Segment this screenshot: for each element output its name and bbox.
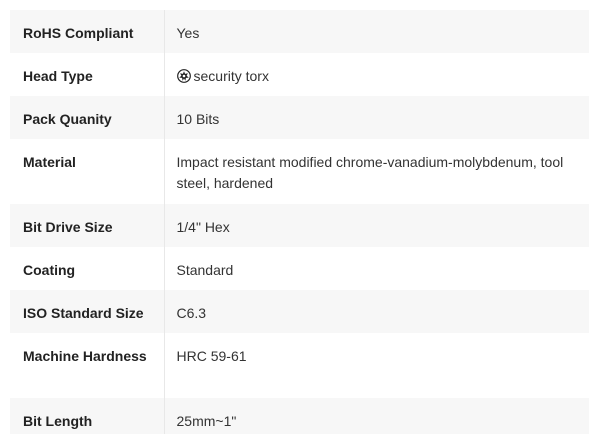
spec-row-material: Material Impact resistant modified chrom… xyxy=(10,139,589,204)
spec-label: Coating xyxy=(10,247,165,290)
spec-label: Pack Quanity xyxy=(10,96,165,139)
product-spec-table: RoHS Compliant Yes Head Type security to… xyxy=(10,10,589,434)
spec-value: 10 Bits xyxy=(176,111,220,127)
spec-value: Impact resistant modified chrome-vanadiu… xyxy=(176,154,564,191)
security-torx-icon xyxy=(176,69,191,83)
spec-label: RoHS Compliant xyxy=(10,10,165,53)
spec-value: 25mm~1" xyxy=(176,413,237,429)
spec-row-rohs-compliant: RoHS Compliant Yes xyxy=(10,10,589,53)
spec-row-bit-drive-size: Bit Drive Size 1/4" Hex xyxy=(10,204,589,247)
spec-value: HRC 59-61 xyxy=(176,348,247,364)
spec-row-iso-standard-size: ISO Standard Size C6.3 xyxy=(10,290,589,333)
spec-value: Yes xyxy=(176,25,200,41)
spec-row-pack-quanity: Pack Quanity 10 Bits xyxy=(10,96,589,139)
spec-row-bit-length: Bit Length 25mm~1" xyxy=(10,398,589,434)
spec-row-coating: Coating Standard xyxy=(10,247,589,290)
spec-row-machine-hardness: Machine Hardness HRC 59-61 xyxy=(10,333,589,398)
spec-value: 1/4" Hex xyxy=(176,219,230,235)
spec-value: security torx xyxy=(193,68,269,84)
spec-label: ISO Standard Size xyxy=(10,290,165,333)
spec-label: Head Type xyxy=(10,53,165,96)
spec-value: C6.3 xyxy=(176,305,207,321)
spec-value: Standard xyxy=(176,262,234,278)
spec-label: Machine Hardness xyxy=(10,333,165,398)
spec-value-cell: security torx xyxy=(164,53,589,96)
spec-label: Material xyxy=(10,139,165,204)
spec-label: Bit Length xyxy=(10,398,165,434)
spec-row-head-type: Head Type security torx xyxy=(10,53,589,96)
spec-label: Bit Drive Size xyxy=(10,204,165,247)
